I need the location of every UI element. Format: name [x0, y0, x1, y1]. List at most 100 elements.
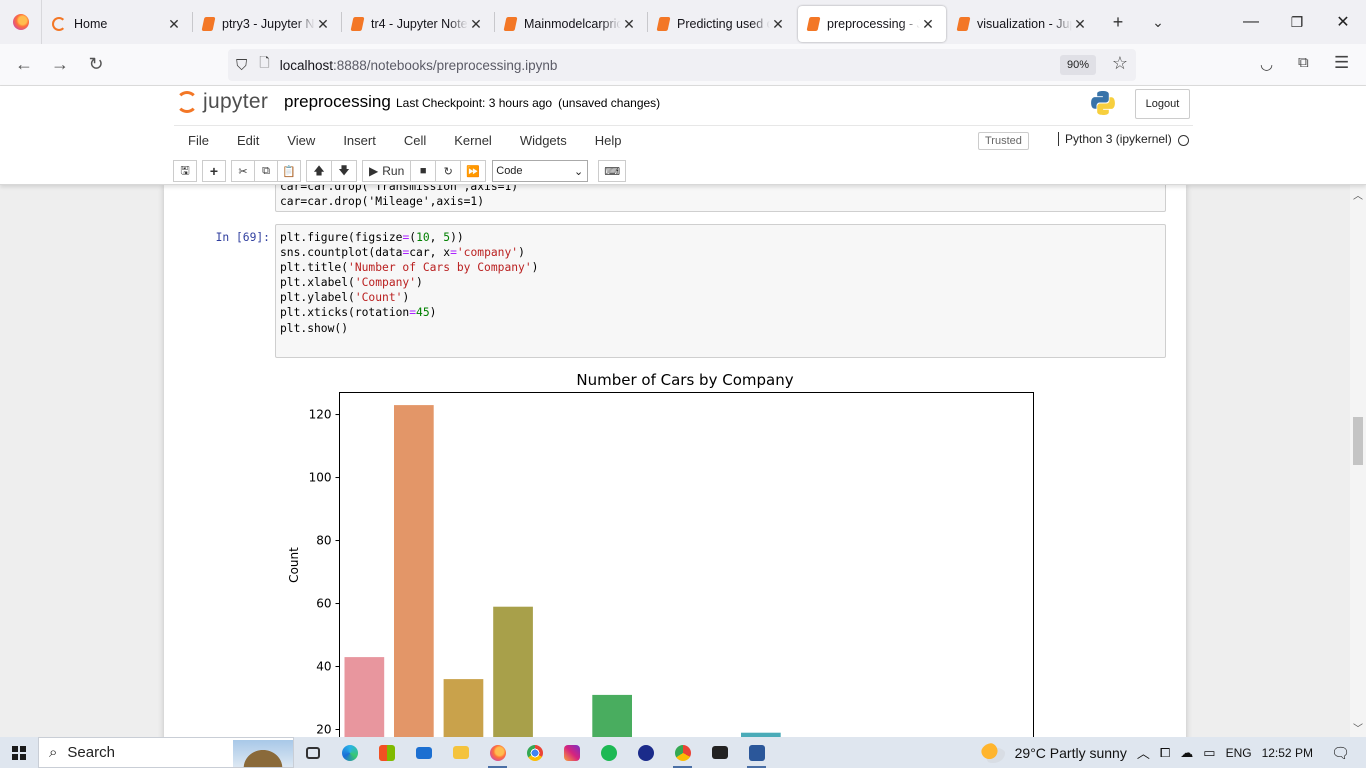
restart-kernel-icon[interactable]: ↻ — [435, 160, 462, 182]
onedrive-cloud-icon[interactable]: ☁ — [1180, 745, 1193, 761]
tab-visualization[interactable]: visualization - Jupyter ✕ — [948, 6, 1098, 42]
bookmark-star-icon[interactable]: ☆ — [1112, 53, 1128, 74]
close-tab-icon[interactable]: ✕ — [621, 16, 637, 33]
microsoft-store-icon[interactable] — [368, 737, 405, 768]
menu-insert[interactable]: Insert — [329, 133, 390, 148]
close-window-icon[interactable]: ✕ — [1320, 0, 1366, 44]
close-tab-icon[interactable]: ✕ — [1072, 16, 1088, 33]
windows-start-icon[interactable] — [0, 737, 38, 768]
close-tab-icon[interactable]: ✕ — [315, 16, 331, 33]
menu-cell[interactable]: Cell — [390, 133, 440, 148]
hamburger-menu-icon[interactable]: ☰ — [1334, 53, 1349, 73]
kernel-name[interactable]: Python 3 (ipykernel) — [1058, 132, 1172, 146]
tab-mainmodelcarprice[interactable]: Mainmodelcarprice ✕ — [495, 6, 647, 42]
cell-type-value: Code — [496, 165, 523, 177]
restart-run-all-icon[interactable]: ⏩ — [460, 160, 487, 182]
tab-title: Predicting used cars — [677, 17, 770, 31]
firefox-taskbar-icon[interactable] — [479, 737, 516, 768]
mail-icon[interactable] — [405, 737, 442, 768]
weather-partly-sunny-icon[interactable] — [980, 742, 1005, 763]
interrupt-stop-icon[interactable]: ■ — [410, 160, 437, 182]
run-label: Run — [382, 164, 405, 178]
jupyter-logo[interactable]: jupyter — [176, 90, 268, 114]
tab-home[interactable]: Home ✕ — [42, 6, 192, 42]
clock[interactable]: 12:52 PM — [1262, 746, 1313, 760]
shield-icon[interactable]: ⛉ — [236, 57, 247, 74]
tab-predicting-used-cars[interactable]: Predicting used cars ✕ — [648, 6, 796, 42]
keyboard-icon[interactable]: ⌨ — [598, 160, 627, 182]
taskbar-search-box[interactable]: ⌕ Search — [38, 737, 294, 768]
vertical-scrollbar[interactable]: ︿ ﹀ — [1350, 185, 1366, 737]
save-icon[interactable]: 🖫 — [173, 160, 197, 182]
tab-title: ptry3 - Jupyter Notebook — [222, 17, 315, 31]
instagram-icon[interactable] — [553, 737, 590, 768]
menu-help[interactable]: Help — [581, 133, 636, 148]
browser-navigation-bar: ← → ↻ ⛉ 🗋 localhost:8888/notebooks/prepr… — [0, 44, 1366, 86]
copy-icon[interactable]: ⧉ — [254, 160, 278, 182]
y-axis-label: Count — [287, 547, 301, 583]
webex-icon[interactable] — [627, 737, 664, 768]
chrome-profile-icon[interactable] — [664, 737, 701, 768]
menu-kernel[interactable]: Kernel — [440, 133, 506, 148]
tab-preprocessing[interactable]: preprocessing - Jupyter ✕ — [798, 6, 946, 42]
code-cell-input[interactable]: plt.figure(figsize=(10, 5)) sns.countplo… — [275, 224, 1166, 358]
countplot-chart: Number of Cars by Company Count 02040608… — [287, 371, 1034, 737]
restore-icon[interactable]: ❐ — [1274, 0, 1320, 44]
spotify-icon[interactable] — [590, 737, 627, 768]
pocket-icon[interactable]: ◡ — [1260, 55, 1273, 73]
cell-type-select[interactable]: Code ⌄ — [492, 160, 589, 182]
code-line: car=car.drop('Mileage',axis=1) — [280, 195, 485, 209]
meet-now-icon[interactable]: ⧠ — [1160, 745, 1170, 761]
chrome-icon[interactable] — [516, 737, 553, 768]
menu-widgets[interactable]: Widgets — [506, 133, 581, 148]
new-tab-plus-icon[interactable]: + — [1098, 4, 1138, 40]
task-view-icon[interactable] — [294, 737, 331, 768]
move-up-arrow-icon[interactable]: 🡅 — [306, 160, 332, 182]
language-indicator[interactable]: ENG — [1226, 746, 1252, 760]
menu-edit[interactable]: Edit — [223, 133, 273, 148]
move-down-arrow-icon[interactable]: 🡇 — [331, 160, 357, 182]
notebook-icon — [201, 17, 216, 31]
page-info-icon[interactable]: 🗋 — [259, 54, 269, 76]
tray-chevron-up-icon[interactable]: ︿ — [1137, 743, 1150, 762]
forward-arrow-icon[interactable]: → — [42, 49, 78, 81]
tab-tr4[interactable]: tr4 - Jupyter Notebook ✕ — [342, 6, 494, 42]
minimize-icon[interactable]: — — [1228, 0, 1274, 44]
close-tab-icon[interactable]: ✕ — [166, 16, 182, 33]
extensions-icon[interactable]: ⧉ — [1298, 54, 1309, 71]
close-tab-icon[interactable]: ✕ — [920, 16, 936, 33]
menu-view[interactable]: View — [273, 133, 329, 148]
url-text[interactable]: localhost:8888/notebooks/preprocessing.i… — [280, 58, 558, 73]
insert-cell-plus-icon[interactable]: + — [202, 160, 226, 182]
weather-text[interactable]: 29°C Partly sunny — [1015, 745, 1127, 761]
scroll-up-arrow-icon[interactable]: ︿ — [1350, 187, 1366, 202]
tab-ptry3[interactable]: ptry3 - Jupyter Notebook ✕ — [193, 6, 341, 42]
back-arrow-icon[interactable]: ← — [6, 49, 42, 81]
file-explorer-icon[interactable] — [442, 737, 479, 768]
y-tick-label-120: 120 — [309, 408, 332, 422]
search-icon: ⌕ — [49, 744, 58, 761]
list-tabs-chevron-icon[interactable]: ⌄ — [1138, 4, 1178, 40]
scroll-down-arrow-icon[interactable]: ﹀ — [1350, 720, 1366, 735]
close-tab-icon[interactable]: ✕ — [770, 16, 786, 33]
cut-icon[interactable]: ✂ — [231, 160, 255, 182]
edge-icon[interactable] — [331, 737, 368, 768]
firefox-menu-icon[interactable] — [0, 0, 42, 44]
logout-button[interactable]: Logout — [1135, 89, 1190, 119]
menu-file[interactable]: File — [174, 133, 223, 148]
notification-center-icon[interactable]: 🗨 — [1331, 744, 1350, 762]
word-icon[interactable] — [738, 737, 775, 768]
battery-icon[interactable]: ▭ — [1203, 745, 1215, 761]
scrollbar-thumb[interactable] — [1353, 417, 1363, 465]
bar-3 — [443, 679, 484, 737]
reload-icon[interactable]: ↻ — [78, 49, 114, 81]
address-bar[interactable]: ⛉ 🗋 localhost:8888/notebooks/preprocessi… — [228, 49, 1136, 81]
zoom-level-badge[interactable]: 90% — [1059, 55, 1096, 75]
notebook-name[interactable]: preprocessing — [284, 92, 391, 112]
close-tab-icon[interactable]: ✕ — [468, 16, 484, 33]
trusted-badge[interactable]: Trusted — [978, 132, 1029, 150]
previous-code-cell[interactable]: car=car.drop('Transmission',axis=1) car=… — [275, 185, 1166, 212]
run-button[interactable]: ▶ Run — [362, 160, 412, 182]
command-prompt-icon[interactable] — [701, 737, 738, 768]
paste-icon[interactable]: 📋 — [277, 160, 301, 182]
